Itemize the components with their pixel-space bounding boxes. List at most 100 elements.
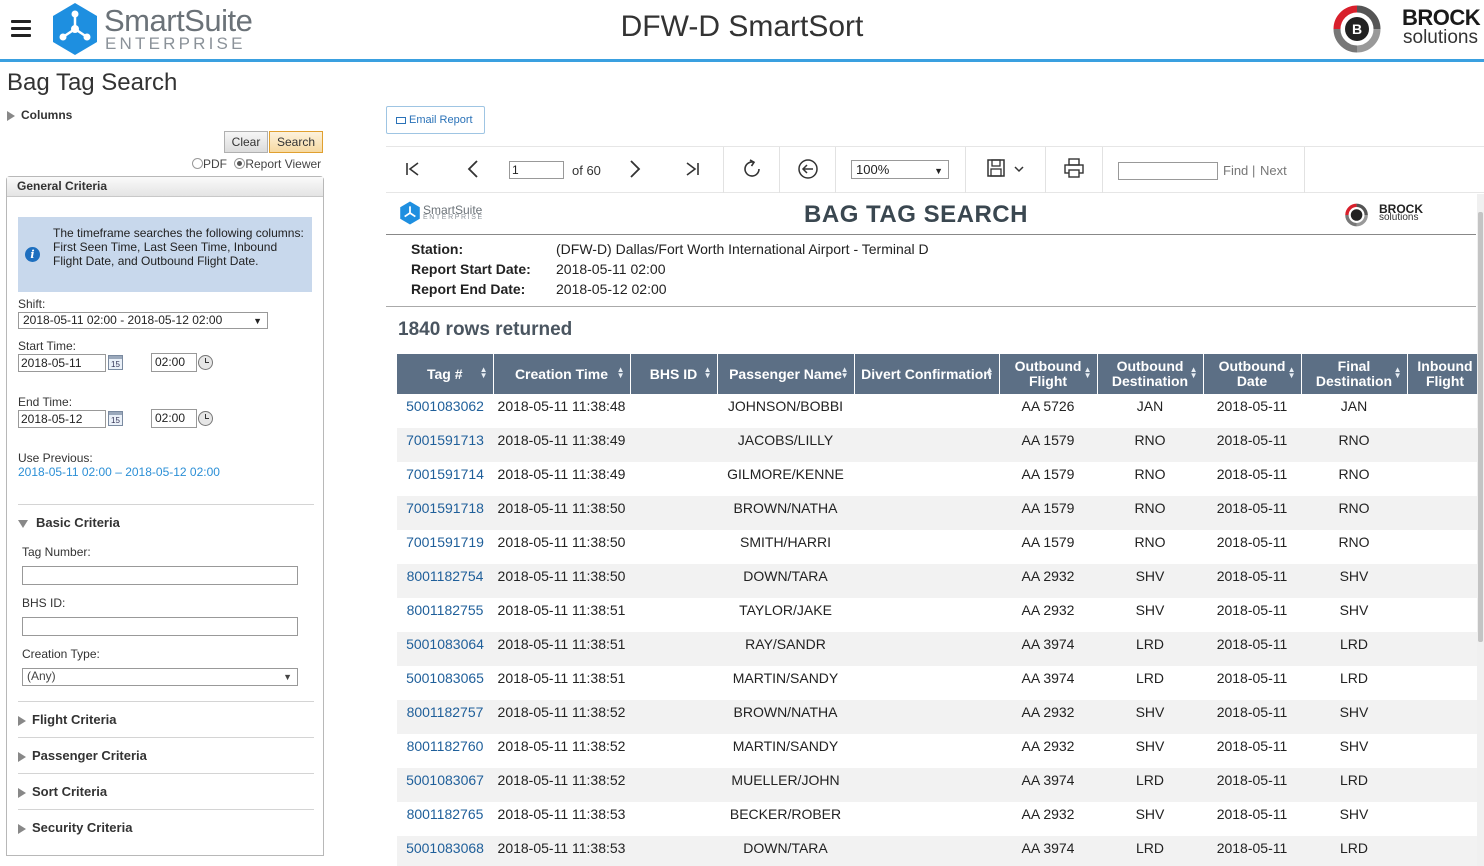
table-row[interactable]: 8001182757 2018-05-11 11:38:52 BROWN/NATHA… [397,700,1483,734]
scrollbar-thumb[interactable] [1478,212,1483,642]
tag-number-link[interactable]: 5001083068 [397,836,493,866]
column-header-tag[interactable]: Tag # ▲ ▼ [397,354,494,394]
tag-number-link[interactable]: 8001182754 [397,564,493,598]
tag-number-link[interactable]: 7001591713 [397,428,493,462]
tag-number-link[interactable]: 5001083065 [397,666,493,700]
search-button[interactable]: Search [269,131,323,153]
first-page-icon[interactable] [404,160,422,178]
end-calendar-icon[interactable]: 15 [108,411,123,426]
table-row[interactable]: 8001182765 2018-05-11 11:38:53 BECKER/ROBE… [397,802,1483,836]
table-row[interactable]: 7001591713 2018-05-11 11:38:49 JACOBS/LILL… [397,428,1483,462]
back-icon[interactable] [796,157,820,181]
tag-number-link[interactable]: 8001182755 [397,598,493,632]
table-row[interactable]: 7001591718 2018-05-11 11:38:50 BROWN/NATHA… [397,496,1483,530]
column-header-inbound-flight[interactable]: Inbound Flight [1407,354,1484,394]
end-date-input[interactable]: 2018-05-12 [18,410,106,428]
table-cell [630,394,717,428]
column-header-outbound-flight[interactable]: Outbound Flight ▲ ▼ [999,354,1098,394]
clear-button[interactable]: Clear [224,131,268,153]
tag-number-link[interactable]: 7001591714 [397,462,493,496]
tag-number-link[interactable]: 7001591718 [397,496,493,530]
bhs-id-input[interactable] [22,617,298,636]
start-date-input[interactable]: 2018-05-11 [18,354,106,372]
report-viewer-radio[interactable] [234,158,246,169]
table-cell: AA 2932 [1021,602,1075,618]
last-page-icon[interactable] [684,160,702,178]
table-row[interactable]: 5001083067 2018-05-11 11:38:52 MUELLER/JOH… [397,768,1483,802]
table-cell: DOWN/TARA [717,564,854,598]
shift-select[interactable]: 2018-05-11 02:00 - 2018-05-12 02:00 ▼ [18,312,268,329]
next-link[interactable]: Next [1260,163,1287,178]
table-cell: SHV [1301,700,1407,734]
table-row[interactable]: 8001182754 2018-05-11 11:38:50 DOWN/TARA AA… [397,564,1483,598]
tag-number-link[interactable]: 8001182765 [397,802,493,836]
column-header-outbound-date[interactable]: Outbound Date ▲ ▼ [1203,354,1302,394]
column-header-final-destination[interactable]: Final Destination ▲ ▼ [1301,354,1408,394]
end-clock-icon[interactable] [198,411,213,426]
table-row[interactable]: 5001083068 2018-05-11 11:38:53 DOWN/TARA AA… [397,836,1483,866]
table-cell [854,428,999,462]
column-header-divert-confirmation[interactable]: Divert Confirmation ▲ ▼ [854,354,1000,394]
page-number-input[interactable]: 1 [509,161,564,179]
sort-criteria-toggle[interactable]: Sort Criteria [18,784,107,799]
table-row[interactable]: 5001083064 2018-05-11 11:38:51 RAY/SANDR AA… [397,632,1483,666]
email-report-button[interactable]: Email Report [386,106,485,134]
tag-number-link[interactable]: 7001591719 [397,530,493,564]
table-cell: 2018-05-11 [1216,534,1288,550]
table-cell: AA 3974 [1021,670,1075,686]
pdf-radio[interactable] [192,158,203,169]
table-row[interactable]: 5001083065 2018-05-11 11:38:51 MARTIN/SAND… [397,666,1483,700]
start-clock-icon[interactable] [198,355,213,370]
columns-toggle[interactable]: Columns [7,108,72,122]
tag-number-link[interactable]: 8001182760 [397,734,493,768]
table-cell: 2018-05-11 11:38:51 [493,632,630,666]
security-criteria-toggle[interactable]: Security Criteria [18,820,132,835]
table-cell [854,632,999,666]
save-icon[interactable] [986,158,1006,178]
shift-label: Shift: [18,297,46,311]
creation-type-select[interactable]: (Any) ▼ [22,668,298,686]
previous-page-icon[interactable] [465,159,483,179]
start-calendar-icon[interactable]: 15 [108,355,123,370]
print-icon[interactable] [1063,157,1085,179]
use-previous-link[interactable]: 2018-05-11 02:00 – 2018-05-12 02:00 [18,465,220,479]
tag-number-link[interactable]: 8001182757 [397,700,493,734]
column-header-outbound-destination[interactable]: Outbound Destination ▲ ▼ [1097,354,1204,394]
creation-type-value: (Any) [27,669,56,683]
refresh-icon[interactable] [740,157,764,181]
passenger-criteria-toggle[interactable]: Passenger Criteria [18,748,147,763]
table-row[interactable]: 7001591719 2018-05-11 11:38:50 SMITH/HARRI… [397,530,1483,564]
save-dropdown-icon[interactable] [1013,165,1025,175]
table-cell: SHV [1339,738,1369,754]
table-cell [854,598,999,632]
tag-number-link[interactable]: 5001083062 [397,394,493,428]
zoom-select[interactable]: 100% ▼ [851,160,949,179]
table-cell [1407,836,1483,866]
table-cell [854,564,999,598]
end-hour-input[interactable]: 02:00 [151,409,197,428]
table-cell [630,462,717,496]
column-header-creation-time[interactable]: Creation Time ▲ ▼ [493,354,631,394]
table-cell: LRD [1301,768,1407,802]
column-header-passenger-name[interactable]: Passenger Name ▲ ▼ [717,354,855,394]
start-hour-input[interactable]: 02:00 [151,353,197,372]
flight-criteria-toggle[interactable]: Flight Criteria [18,712,117,727]
next-page-icon[interactable] [626,159,644,179]
station-key: Station: [411,241,464,257]
table-row[interactable]: 8001182760 2018-05-11 11:38:52 MARTIN/SAND… [397,734,1483,768]
divider [18,737,314,738]
table-cell: 2018-05-11 [1203,836,1301,866]
find-input[interactable] [1118,162,1218,180]
find-link[interactable]: Find [1223,163,1248,178]
table-cell [1407,666,1483,700]
table-row[interactable]: 5001083062 2018-05-11 11:38:48 JOHNSON/BOB… [397,394,1483,428]
basic-criteria-toggle[interactable]: Basic Criteria [18,515,120,530]
table-row[interactable]: 7001591714 2018-05-11 11:38:49 GILMORE/KEN… [397,462,1483,496]
tag-number-link[interactable]: 5001083067 [397,768,493,802]
report-scrollbar[interactable] [1477,194,1484,866]
tag-number-input[interactable] [22,566,298,585]
tag-number-link[interactable]: 5001083064 [397,632,493,666]
table-cell [1407,802,1483,836]
column-header-bhs-id[interactable]: BHS ID ▲ ▼ [630,354,718,394]
table-row[interactable]: 8001182755 2018-05-11 11:38:51 TAYLOR/JAKE… [397,598,1483,632]
